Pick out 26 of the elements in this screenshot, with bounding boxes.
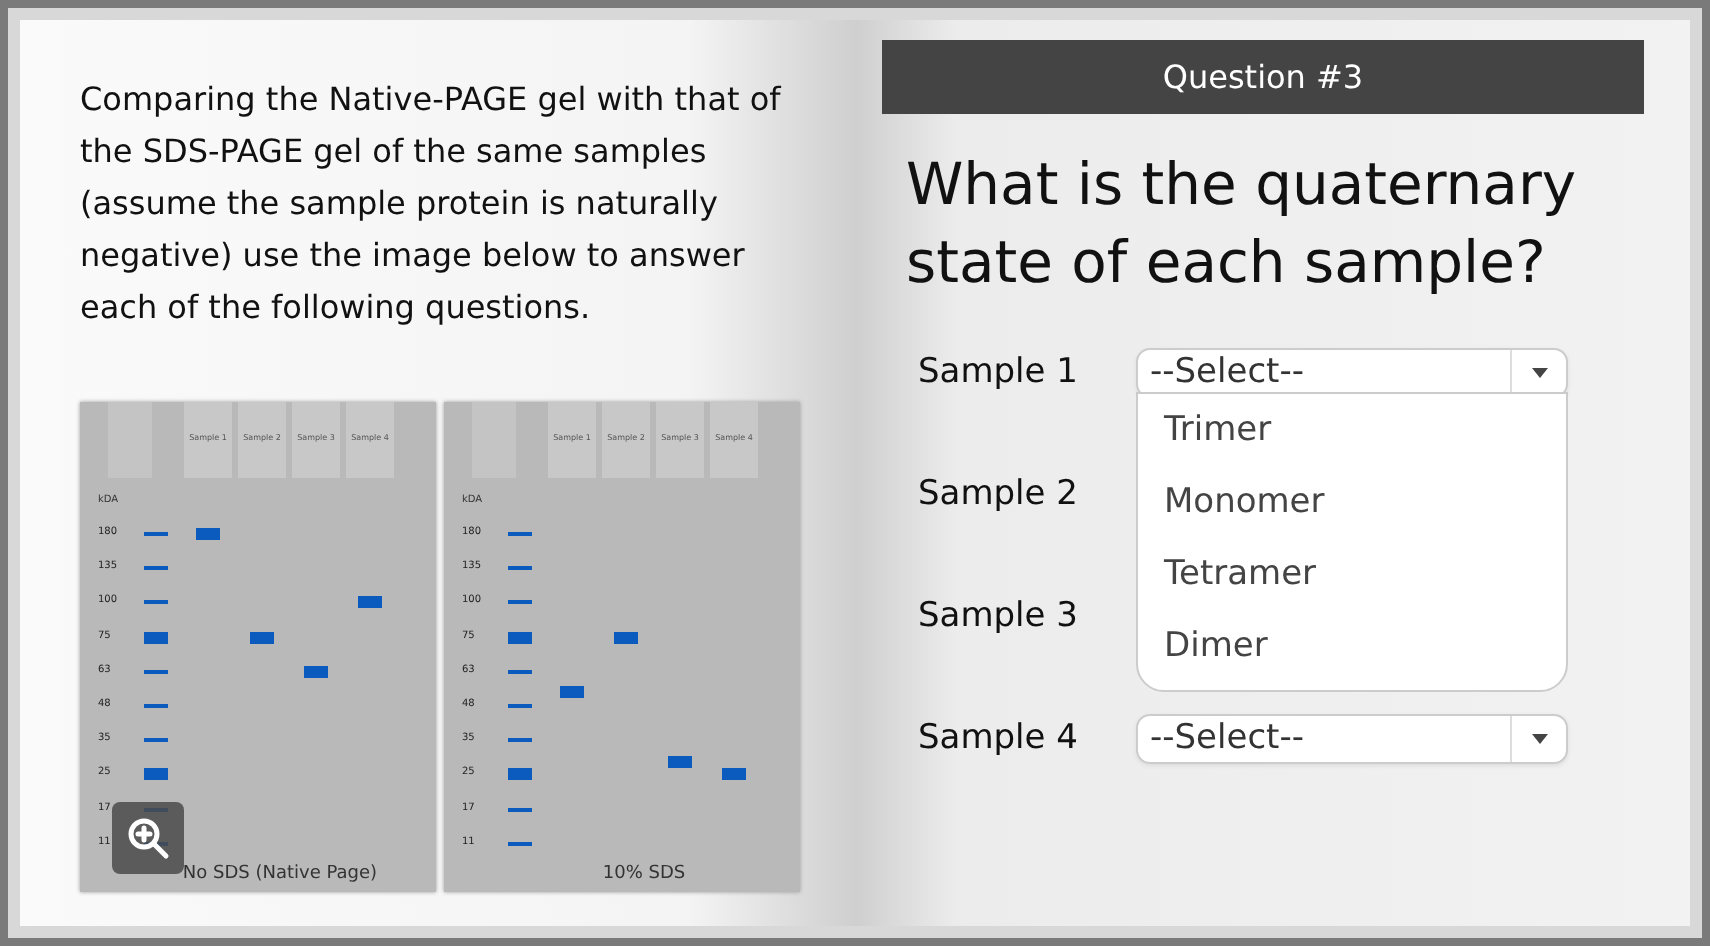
question-text: What is the quaternary state of each sample? — [906, 148, 1579, 300]
sample-label: Sample 1 — [918, 349, 1080, 396]
dropdown-option[interactable]: Tetramer — [1164, 546, 1566, 618]
dropdown-option[interactable]: Trimer — [1164, 402, 1566, 474]
sample-band — [668, 755, 692, 768]
instructions-text: Comparing the Native-PAGE gel with that of the SDS-PAGE gel of the same samples (assume the sample protein is naturally negative) use the image below to answer each of the following questions. — [80, 78, 783, 330]
caret-icon — [1531, 368, 1547, 378]
sample-band — [560, 686, 584, 699]
question-header: Question #3 — [882, 40, 1644, 114]
sample-label: Sample 3 — [918, 593, 1080, 640]
caret-icon — [1531, 734, 1547, 744]
dropdown-option[interactable]: Dimer — [1164, 618, 1566, 690]
dropdown-option[interactable]: Monomer — [1164, 474, 1566, 546]
sample-label: Sample 4 — [918, 715, 1080, 762]
gel-caption: 10% SDS — [600, 861, 688, 887]
sample-band — [722, 768, 746, 781]
sample-band — [358, 596, 382, 609]
sample-band — [614, 631, 638, 644]
sample-label: Sample 2 — [918, 471, 1080, 518]
sample-band — [304, 665, 328, 678]
select-dropdown[interactable]: --Select-- — [1136, 714, 1568, 764]
gel-caption: No SDS (Native Page) — [180, 861, 380, 887]
zoom-button[interactable] — [112, 802, 184, 874]
sample-band — [196, 528, 220, 540]
sample-band — [250, 631, 274, 644]
zoom-in-icon — [126, 816, 170, 860]
